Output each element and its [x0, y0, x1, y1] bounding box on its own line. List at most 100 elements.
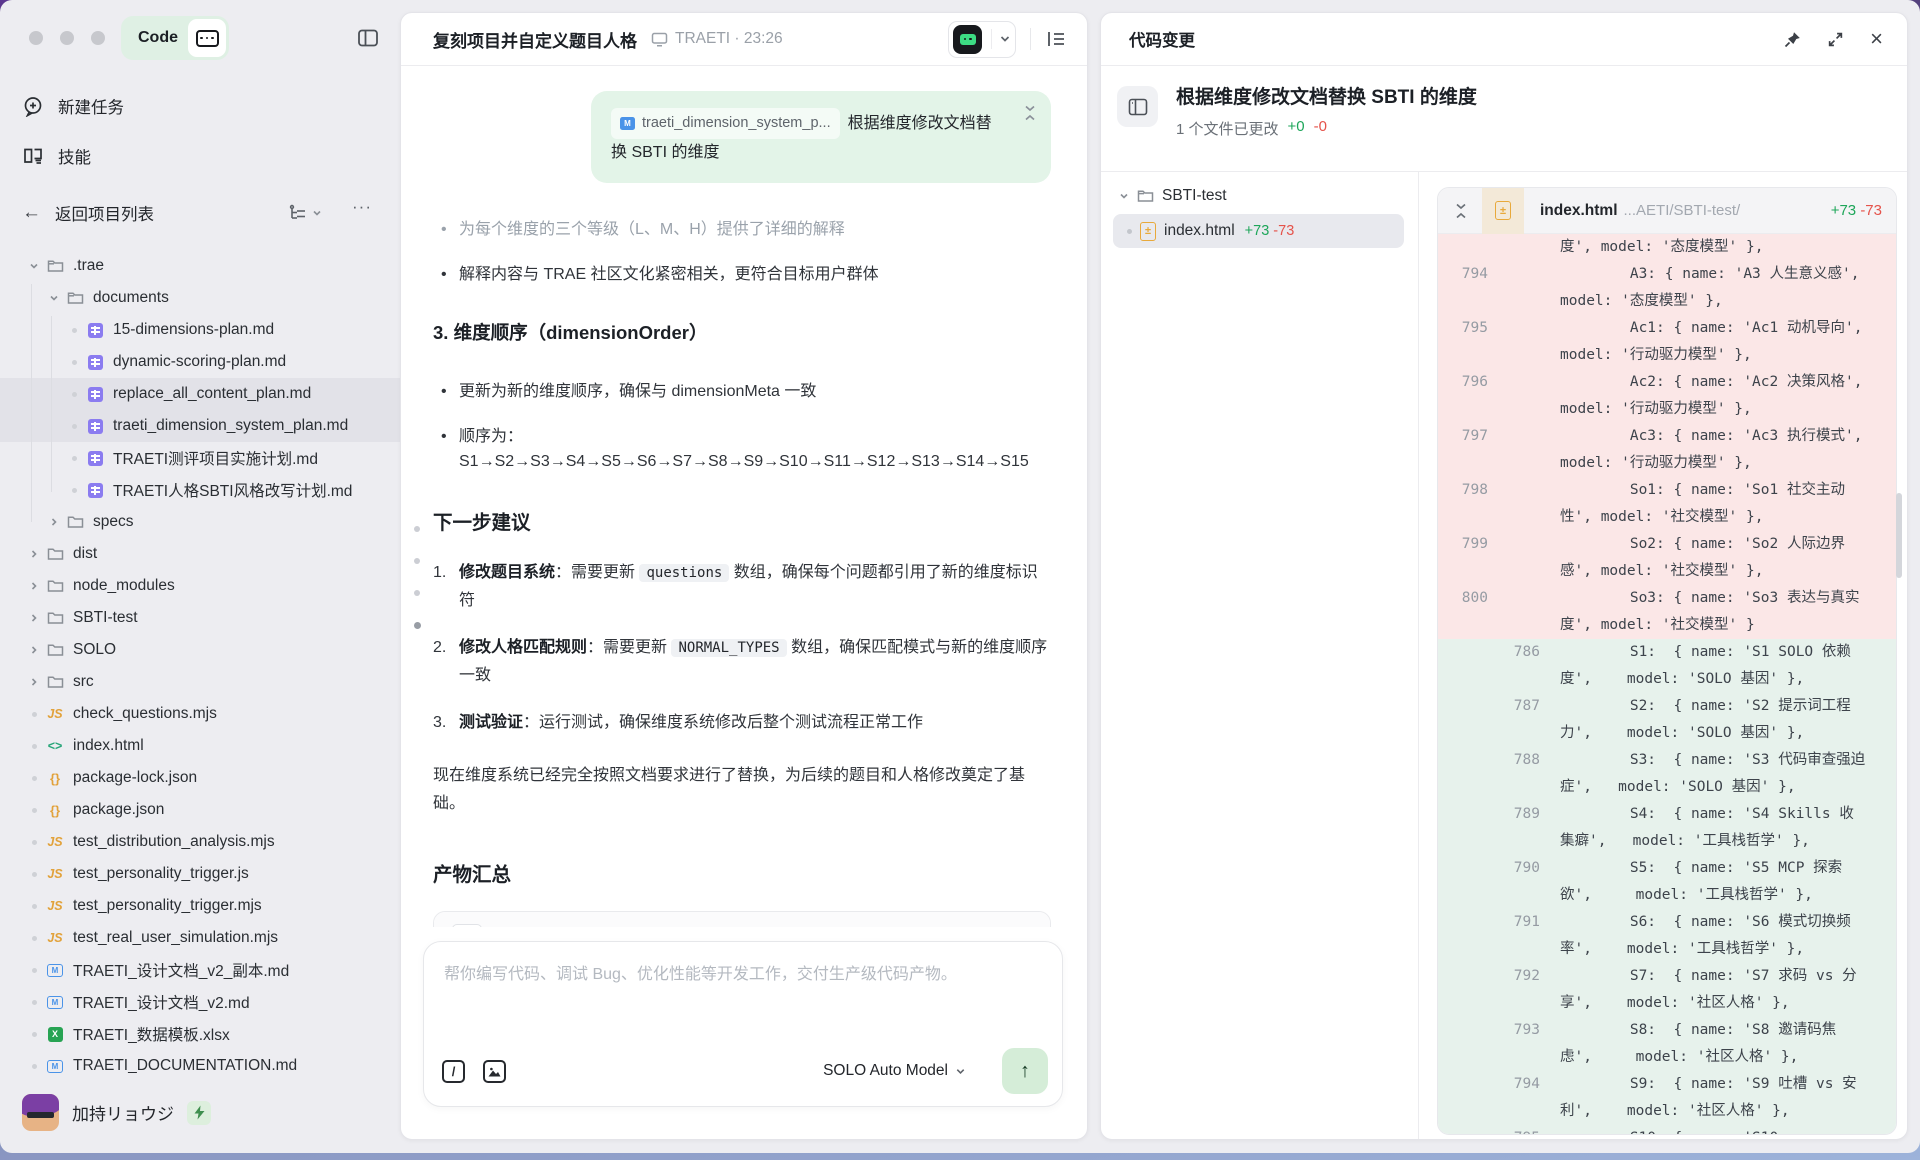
sidebar-file-15-dimensions-plan.md[interactable]: 15-dimensions-plan.md: [0, 314, 400, 346]
chat-input[interactable]: [424, 942, 1062, 1034]
sidebar-file-check_questions.mjs[interactable]: JScheck_questions.mjs: [0, 698, 400, 730]
chevron-icon: [24, 677, 44, 687]
sidebar-file-test_personality_trigger.js[interactable]: JStest_personality_trigger.js: [0, 858, 400, 890]
diff-row: 796 Ac2: { name: 'Ac2 决策风格',: [1438, 369, 1896, 396]
sidebar-file-traeti_dimension_system_plan.md[interactable]: traeti_dimension_system_plan.md: [0, 410, 400, 442]
diff-row: 798 So1: { name: 'So1 社交主动: [1438, 477, 1896, 504]
sidebar-file-replace_all_content_plan.md[interactable]: replace_all_content_plan.md: [0, 378, 400, 410]
modified-dot: [24, 776, 44, 781]
diff-content[interactable]: 度', model: '态度模型' },794 A3: { name: 'A3 …: [1438, 234, 1896, 1135]
layout-toggle-icon[interactable]: [1045, 29, 1067, 49]
window-minimize-button[interactable]: [60, 31, 74, 45]
diff-row: 度', model: '社交模型' }: [1438, 612, 1896, 639]
tree-file-index-html[interactable]: ± index.html +73 -73: [1113, 214, 1404, 248]
folder-icon: [64, 291, 86, 305]
collapse-message-icon[interactable]: [1023, 105, 1037, 121]
sidebar-file-SOLO[interactable]: SOLO: [0, 634, 400, 666]
diff-row: 795 S10: { name: 'S10: [1438, 1125, 1896, 1135]
json-file-icon: {}: [50, 803, 60, 818]
sidebar-item-skills[interactable]: 技能: [22, 144, 91, 168]
attached-file-chip[interactable]: M traeti_dimension_system_p...: [611, 108, 840, 139]
change-meta: 1 个文件已更改 +0 -0: [1176, 118, 1477, 139]
tree-view-toggle[interactable]: [288, 203, 322, 223]
energy-badge[interactable]: [187, 1101, 211, 1125]
scrollbar-thumb[interactable]: [1896, 493, 1902, 578]
tree-guide-line: [31, 284, 32, 522]
sidebar-file-TRAETI_DOCUMENTATION.md[interactable]: MTRAETI_DOCUMENTATION.md: [0, 1050, 400, 1082]
sidebar-file-specs[interactable]: specs: [0, 506, 400, 538]
window-controls[interactable]: [29, 31, 105, 45]
model-name: SOLO Auto Model: [823, 1062, 948, 1080]
chat-title: 复刻项目并自定义题目人格: [433, 27, 637, 52]
markdown-file-icon: [88, 419, 103, 434]
modified-dot: [64, 328, 84, 333]
back-label: 返回项目列表: [55, 201, 154, 225]
window-close-button[interactable]: [29, 31, 43, 45]
collapse-diff-icon[interactable]: [1454, 203, 1468, 219]
sidebar-file-TRAETI__.xlsx[interactable]: XTRAETI_数据模板.xlsx: [0, 1018, 400, 1050]
modified-dot: [24, 872, 44, 877]
back-to-projects[interactable]: ← 返回项目列表: [22, 201, 154, 225]
sidebar-file-TRAETI___v2.md[interactable]: MTRAETI_设计文档_v2.md: [0, 986, 400, 1018]
sidebar-file-.trae[interactable]: .trae: [0, 250, 400, 282]
assistant-message: 为每个维度的三个等级（L、M、H）提供了详细的解释解释内容与 TRAE 社区文化…: [433, 217, 1051, 927]
window-zoom-button[interactable]: [91, 31, 105, 45]
sidebar-file-TRAETI_.md[interactable]: TRAETI测评项目实施计划.md: [0, 442, 400, 474]
sidebar-file-documents[interactable]: documents: [0, 282, 400, 314]
app-window: Code 新建任务: [0, 0, 1920, 1153]
attach-image-icon[interactable]: [483, 1060, 506, 1083]
sidebar-file-src[interactable]: src: [0, 666, 400, 698]
artifact-card-header[interactable]: +— 1 个文件已更改 +73 -73 ↗: [434, 912, 1050, 927]
sidebar-file-test_personality_trigger.mjs[interactable]: JStest_personality_trigger.mjs: [0, 890, 400, 922]
sidebar-file-test_real_user_simulation.mjs[interactable]: JStest_real_user_simulation.mjs: [0, 922, 400, 954]
tree-more-icon[interactable]: ···: [352, 197, 372, 217]
diff-line-text: A3: { name: 'A3 人生意义感',: [1438, 261, 1896, 288]
sidebar-file-dynamic-scoring-plan.md[interactable]: dynamic-scoring-plan.md: [0, 346, 400, 378]
markdown-file-icon: [88, 451, 103, 466]
diff-row: 787 S2: { name: 'S2 提示词工程: [1438, 693, 1896, 720]
diff-row: 794 A3: { name: 'A3 人生意义感',: [1438, 261, 1896, 288]
model-selector[interactable]: SOLO Auto Model: [823, 1062, 966, 1080]
sidebar-file-package-lock.json[interactable]: {}package-lock.json: [0, 762, 400, 794]
sidebar-file-package.json[interactable]: {}package.json: [0, 794, 400, 826]
sidebar-file-test_distribution_analysis.mjs[interactable]: JStest_distribution_analysis.mjs: [0, 826, 400, 858]
diff-row: 799 So2: { name: 'So2 人际边界: [1438, 531, 1896, 558]
folder-icon: [44, 675, 66, 689]
chevron-icon: [24, 261, 44, 271]
sidebar-file-node_modules[interactable]: node_modules: [0, 570, 400, 602]
file-label: documents: [93, 289, 169, 307]
diff-header[interactable]: ± index.html ...AETI/SBTI-test/ +73 -73: [1438, 188, 1896, 234]
file-label: test_distribution_analysis.mjs: [73, 833, 275, 851]
chat-messages[interactable]: M traeti_dimension_system_p... 根据维度修改文档替…: [401, 67, 1087, 927]
section-heading: 3. 维度顺序（dimensionOrder）: [433, 319, 1051, 345]
code-mode-switch[interactable]: Code: [121, 16, 229, 60]
user-profile[interactable]: 加持リョウジ: [22, 1094, 211, 1131]
next-step-item: 1.修改题目系统：需要更新 questions 数组，确保每个问题都引用了新的维…: [433, 559, 1051, 614]
new-line-number: 794: [1490, 1071, 1540, 1098]
tree-folder-sbti-test[interactable]: SBTI-test: [1101, 179, 1418, 212]
close-icon[interactable]: ×: [1870, 28, 1883, 50]
solo-mode-selector[interactable]: [948, 21, 1016, 58]
sidebar-file-index.html[interactable]: <>index.html: [0, 730, 400, 762]
chevron-down-icon: [1119, 191, 1129, 201]
chevron-down-icon: [955, 1066, 966, 1077]
sidebar-item-new-task[interactable]: 新建任务: [22, 94, 124, 118]
diff-row: 享', model: '社区人格' },: [1438, 990, 1896, 1017]
inline-code: questions: [639, 564, 729, 582]
diff-row: 797 Ac3: { name: 'Ac3 执行模式',: [1438, 423, 1896, 450]
folder-icon: [64, 515, 86, 529]
sidebar-file-TRAETI_SBTI_.md[interactable]: TRAETI人格SBTI风格改写计划.md: [0, 474, 400, 506]
pin-icon[interactable]: [1784, 31, 1801, 48]
send-button[interactable]: ↑: [1002, 1048, 1048, 1094]
sidebar-file-TRAETI___v2__.md[interactable]: MTRAETI_设计文档_v2_副本.md: [0, 954, 400, 986]
new-line-number: 790: [1490, 855, 1540, 882]
file-label: replace_all_content_plan.md: [113, 385, 311, 403]
slash-command-icon[interactable]: /: [442, 1060, 465, 1083]
sidebar-toggle-icon[interactable]: [356, 26, 380, 50]
new-line-number: 788: [1490, 747, 1540, 774]
sidebar-file-dist[interactable]: dist: [0, 538, 400, 570]
diff-line-text: 度', model: '社交模型' }: [1438, 612, 1896, 639]
expand-icon[interactable]: [1827, 31, 1844, 48]
sidebar-file-SBTI-test[interactable]: SBTI-test: [0, 602, 400, 634]
chat-composer[interactable]: / SOLO Auto Model ↑: [423, 941, 1063, 1107]
